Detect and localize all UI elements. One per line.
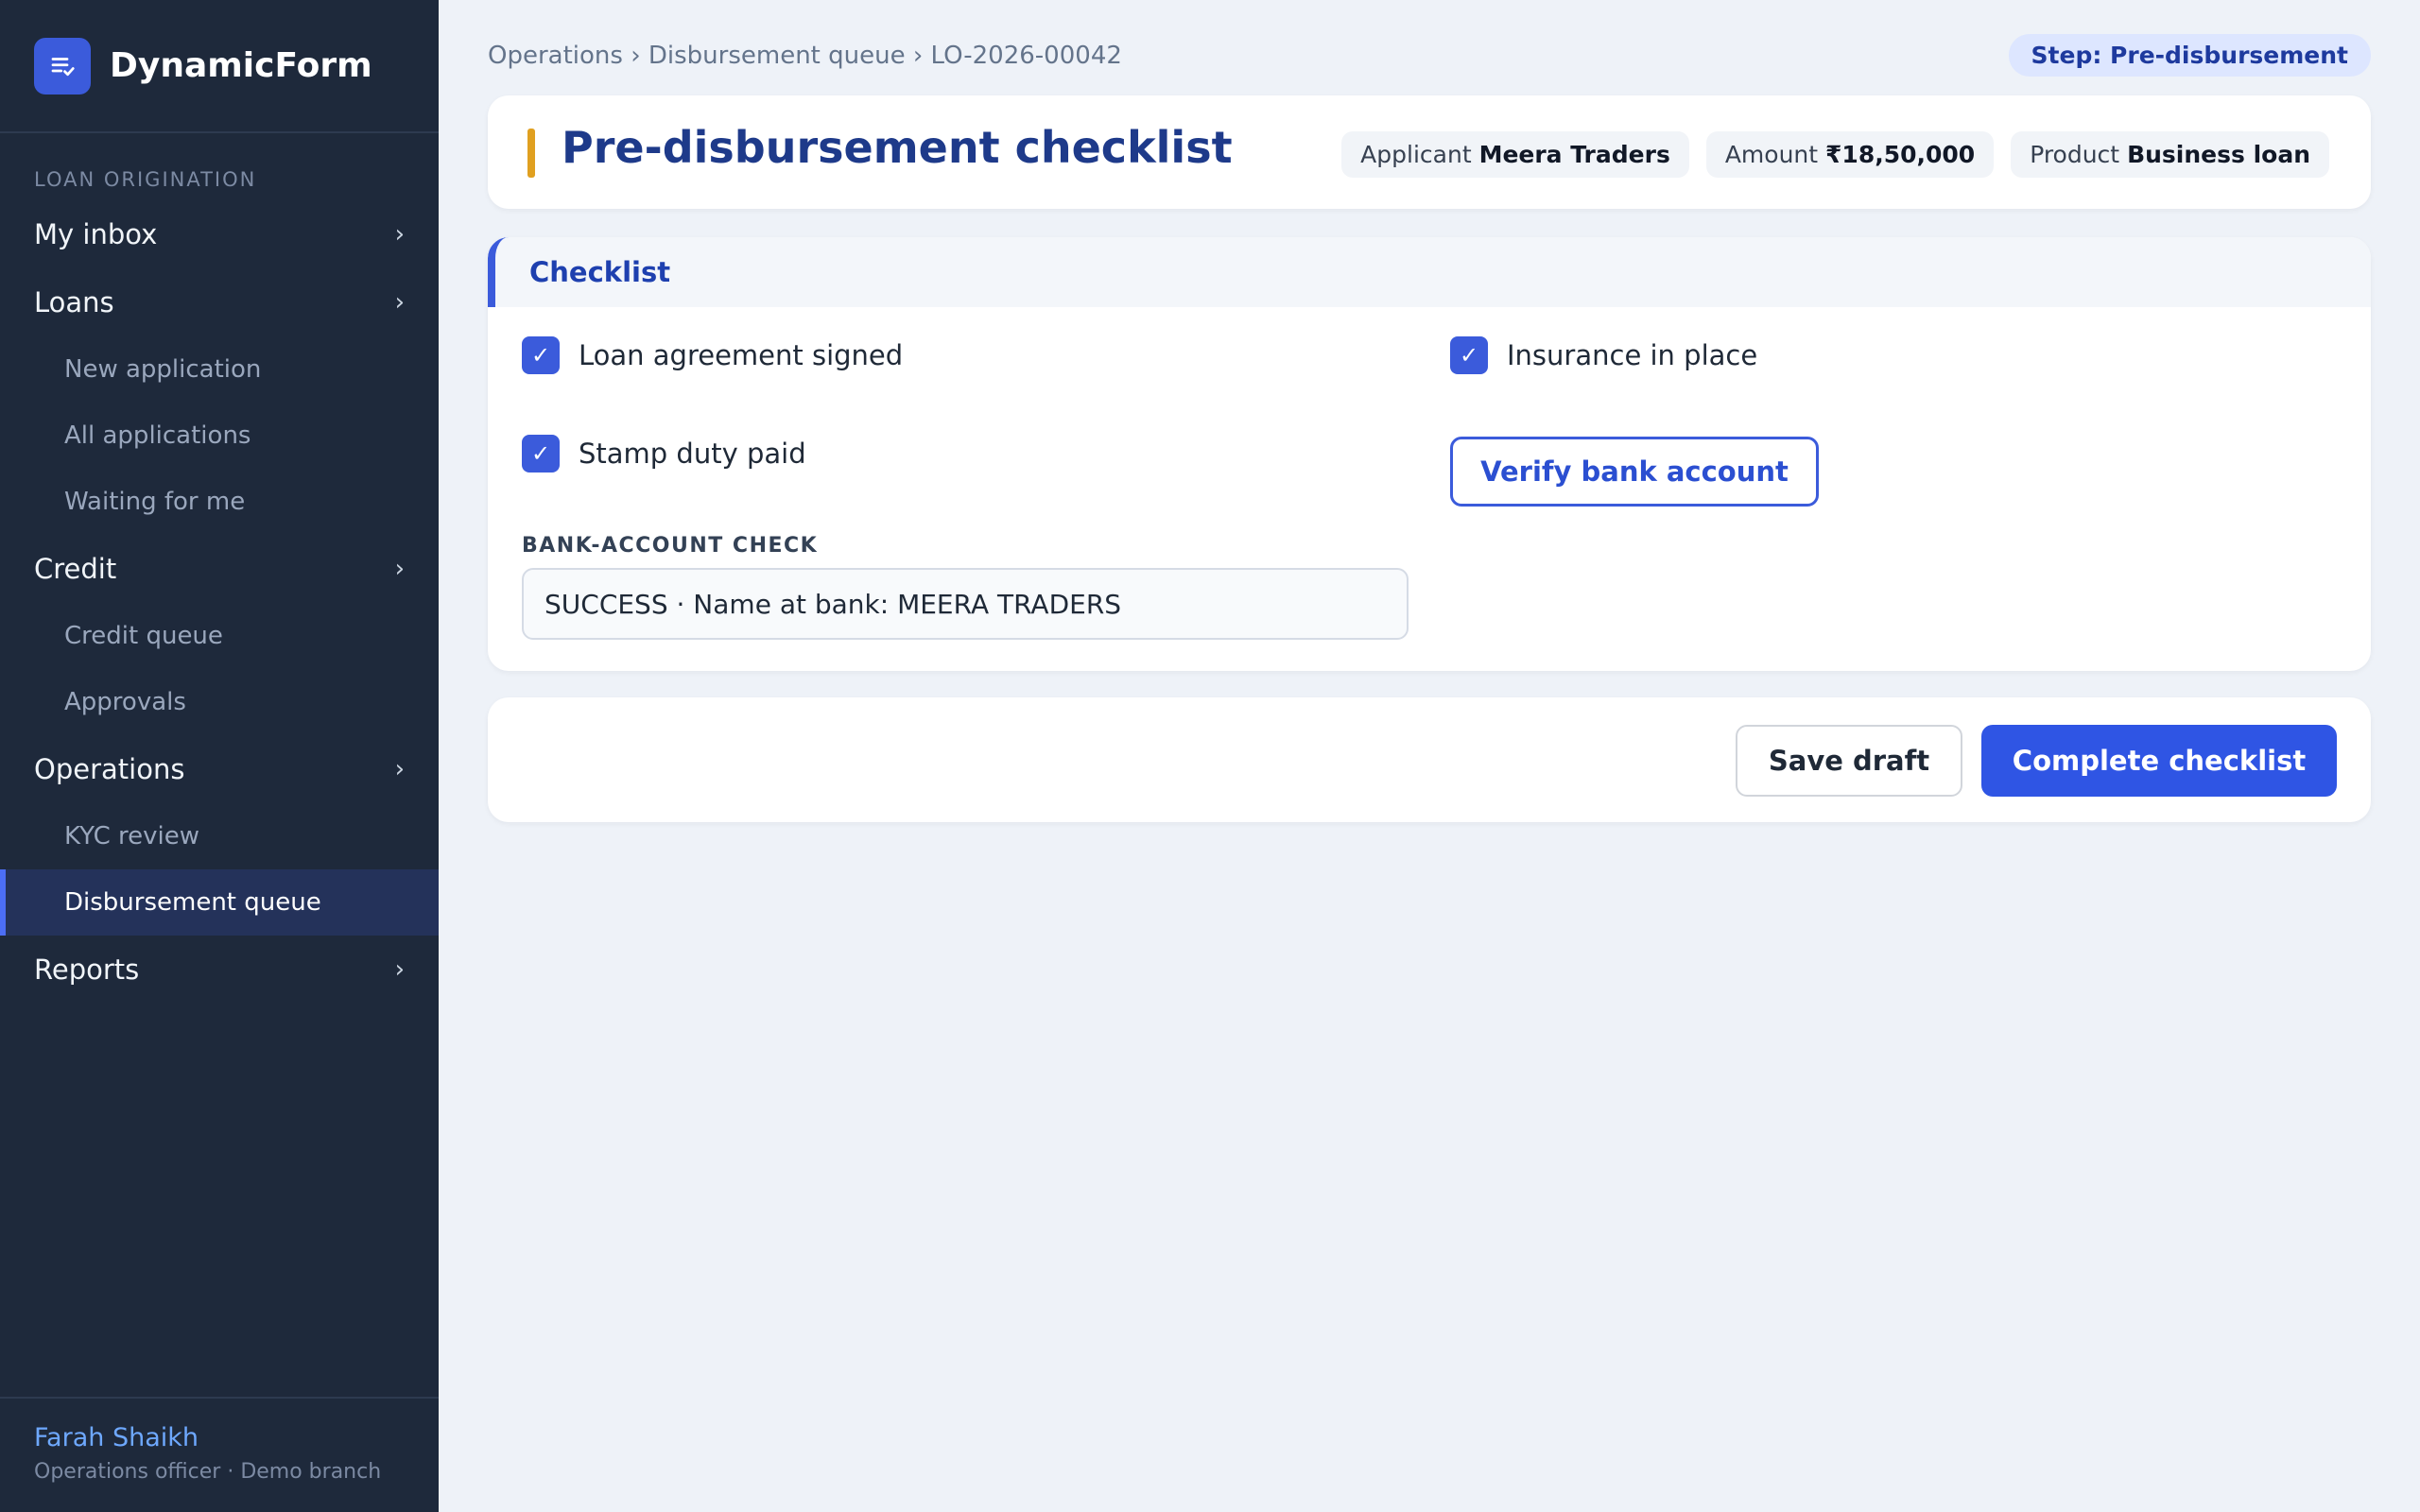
sidebar: DynamicForm LOAN ORIGINATION My inbox › … bbox=[0, 0, 439, 1512]
page-header-card: Pre-disbursement checklist Applicant Mee… bbox=[488, 95, 2371, 209]
sidebar-item-all-applications[interactable]: All applications bbox=[0, 403, 439, 469]
action-bar: Save draft Complete checklist bbox=[488, 697, 2371, 822]
chevron-right-icon: › bbox=[394, 755, 405, 783]
product-chip: Product Business loan bbox=[2011, 131, 2329, 178]
user-name[interactable]: Farah Shaikh bbox=[34, 1423, 405, 1452]
checklist-section-title: Checklist bbox=[488, 237, 2371, 307]
sidebar-item-new-application[interactable]: New application bbox=[0, 336, 439, 403]
chip-value: ₹18,50,000 bbox=[1825, 141, 1976, 168]
checkbox-checked-icon[interactable]: ✓ bbox=[522, 435, 560, 472]
sidebar-group-my-inbox[interactable]: My inbox › bbox=[0, 200, 439, 268]
sidebar-group-label: Credit bbox=[34, 553, 117, 585]
summary-chips: Applicant Meera Traders Amount ₹18,50,00… bbox=[1341, 131, 2329, 178]
user-profile[interactable]: Farah Shaikh Operations officer · Demo b… bbox=[0, 1397, 439, 1512]
sidebar-item-kyc-review[interactable]: KYC review bbox=[0, 803, 439, 869]
sidebar-group-label: Operations bbox=[34, 753, 185, 785]
checklist-item-label: Insurance in place bbox=[1507, 339, 1758, 371]
sidebar-nav: My inbox › Loans › New application All a… bbox=[0, 200, 439, 1004]
sidebar-item-waiting-for-me[interactable]: Waiting for me bbox=[0, 469, 439, 535]
bank-check-label: BANK-ACCOUNT CHECK bbox=[522, 534, 819, 558]
checkbox-checked-icon[interactable]: ✓ bbox=[522, 336, 560, 374]
main-content: Operations › Disbursement queue › LO-202… bbox=[439, 0, 2420, 1512]
checkbox-checked-icon[interactable]: ✓ bbox=[1450, 336, 1488, 374]
chevron-right-icon: › bbox=[394, 288, 405, 317]
chip-value: Business loan bbox=[2127, 141, 2310, 168]
sidebar-group-credit[interactable]: Credit › bbox=[0, 535, 439, 603]
checklist-item-loan-agreement[interactable]: ✓ Loan agreement signed bbox=[522, 336, 903, 374]
chip-label: Applicant bbox=[1360, 141, 1479, 168]
checklist-item-insurance[interactable]: ✓ Insurance in place bbox=[1450, 336, 1757, 374]
checklist-item-label: Stamp duty paid bbox=[579, 438, 806, 470]
checklist-item-label: Loan agreement signed bbox=[579, 339, 904, 371]
sidebar-group-label: My inbox bbox=[34, 218, 158, 250]
user-role: Operations officer · Demo branch bbox=[34, 1460, 382, 1484]
sidebar-item-credit-queue[interactable]: Credit queue bbox=[0, 603, 439, 669]
page-title: Pre-disbursement checklist bbox=[562, 122, 1233, 173]
sidebar-group-operations[interactable]: Operations › bbox=[0, 735, 439, 803]
sidebar-section-label: LOAN ORIGINATION bbox=[34, 168, 257, 191]
amount-chip: Amount ₹18,50,000 bbox=[1705, 131, 1995, 178]
chip-label: Amount bbox=[1724, 141, 1826, 168]
bank-check-result-field: SUCCESS · Name at bank: MEERA TRADERS bbox=[522, 568, 1409, 640]
form-check-icon bbox=[34, 37, 91, 94]
verify-bank-account-button[interactable]: Verify bank account bbox=[1450, 437, 1819, 507]
checklist-item-stamp-duty[interactable]: ✓ Stamp duty paid bbox=[522, 435, 806, 472]
chip-value: Meera Traders bbox=[1478, 141, 1670, 168]
title-accent-bar bbox=[527, 129, 535, 178]
sidebar-item-disbursement-queue[interactable]: Disbursement queue bbox=[0, 869, 439, 936]
applicant-chip: Applicant Meera Traders bbox=[1341, 131, 1689, 178]
step-badge: Step: Pre-disbursement bbox=[2008, 34, 2371, 77]
sidebar-item-approvals[interactable]: Approvals bbox=[0, 669, 439, 735]
chevron-right-icon: › bbox=[394, 220, 405, 249]
sidebar-group-label: Loans bbox=[34, 286, 114, 318]
sidebar-group-loans[interactable]: Loans › bbox=[0, 268, 439, 336]
chip-label: Product bbox=[2030, 141, 2128, 168]
save-draft-button[interactable]: Save draft bbox=[1736, 725, 1962, 797]
breadcrumb[interactable]: Operations › Disbursement queue › LO-202… bbox=[488, 42, 1122, 70]
sidebar-group-reports[interactable]: Reports › bbox=[0, 936, 439, 1004]
brand-name: DynamicForm bbox=[110, 46, 372, 85]
checklist-card: Checklist ✓ Loan agreement signed ✓ Insu… bbox=[488, 237, 2371, 671]
sidebar-group-label: Reports bbox=[34, 954, 140, 986]
chevron-right-icon: › bbox=[394, 555, 405, 583]
brand: DynamicForm bbox=[0, 0, 439, 133]
chevron-right-icon: › bbox=[394, 955, 405, 984]
complete-checklist-button[interactable]: Complete checklist bbox=[1981, 725, 2337, 797]
